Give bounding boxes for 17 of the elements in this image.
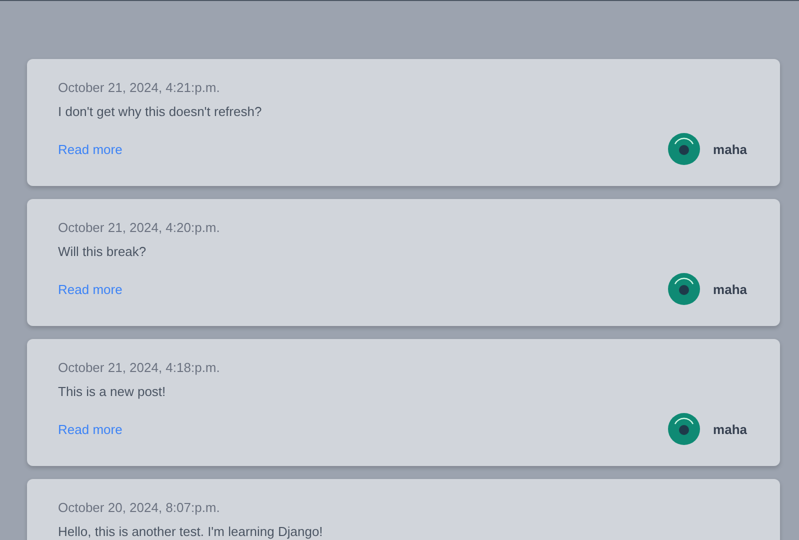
post-date: October 21, 2024, 4:21:p.m.	[58, 80, 221, 95]
post-text: I don't get why this doesn't refresh?	[58, 104, 263, 119]
post-date: October 20, 2024, 8:07:p.m.	[58, 500, 221, 515]
post-date: October 21, 2024, 4:18:p.m.	[58, 360, 221, 375]
post-text: Hello, this is another test. I'm learning Django!	[58, 524, 324, 539]
avatar-icon	[668, 413, 700, 445]
author-name: maha	[713, 422, 748, 436]
read-more-link[interactable]: Read more	[58, 282, 122, 296]
read-more-link[interactable]: Read more	[58, 142, 122, 156]
post-date: October 21, 2024, 4:20:p.m.	[58, 220, 221, 235]
read-more-link[interactable]: Read more	[58, 422, 122, 436]
avatar-icon	[668, 133, 700, 165]
post-text: Will this break?	[58, 244, 148, 259]
author-name: maha	[713, 142, 748, 156]
author-name: maha	[713, 282, 748, 296]
post-text: This is a new post!	[58, 384, 167, 399]
avatar-icon	[668, 273, 700, 305]
